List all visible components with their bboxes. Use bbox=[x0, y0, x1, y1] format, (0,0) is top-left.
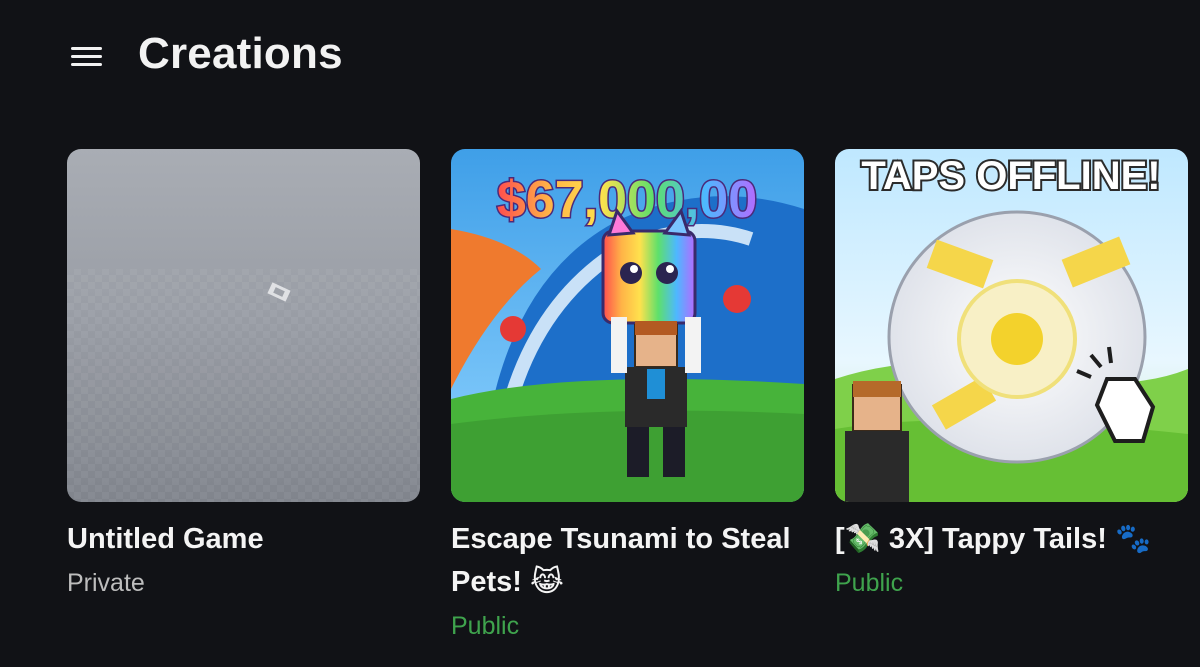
game-thumbnail[interactable] bbox=[67, 149, 420, 502]
top-bar: Creations bbox=[0, 0, 1200, 112]
game-card-untitled-game[interactable]: Untitled Game Private bbox=[67, 149, 420, 605]
privacy-status: Public bbox=[835, 569, 904, 597]
thumbnail-caption: $67,000,00 bbox=[497, 171, 757, 229]
game-card-tappy-tails[interactable]: TAPS OFFLINE! [💸 3X] Tappy Tails! 🐾 Publ… bbox=[835, 149, 1188, 605]
game-title[interactable]: Untitled Game bbox=[67, 518, 420, 561]
tapping-egg-thumbnail: TAPS OFFLINE! bbox=[835, 149, 1188, 502]
page-title: Creations bbox=[138, 29, 343, 78]
hamburger-menu-button[interactable] bbox=[66, 40, 108, 74]
game-card-escape-tsunami[interactable]: $67,000,00 Escape Tsunami to Steal Pets!… bbox=[451, 149, 804, 648]
privacy-status: Public bbox=[451, 612, 520, 640]
game-title[interactable]: Escape Tsunami to Steal Pets! 😹 bbox=[451, 518, 804, 604]
game-title[interactable]: [💸 3X] Tappy Tails! 🐾 bbox=[835, 518, 1188, 561]
game-thumbnail[interactable]: TAPS OFFLINE! bbox=[835, 149, 1188, 502]
roblox-avatar-icon bbox=[845, 381, 909, 502]
privacy-status: Private bbox=[67, 569, 145, 597]
baseplate-thumbnail bbox=[67, 149, 420, 502]
tsunami-cat-thumbnail: $67,000,00 bbox=[451, 149, 804, 502]
thumbnail-caption: TAPS OFFLINE! bbox=[861, 154, 1160, 198]
game-thumbnail[interactable]: $67,000,00 bbox=[451, 149, 804, 502]
